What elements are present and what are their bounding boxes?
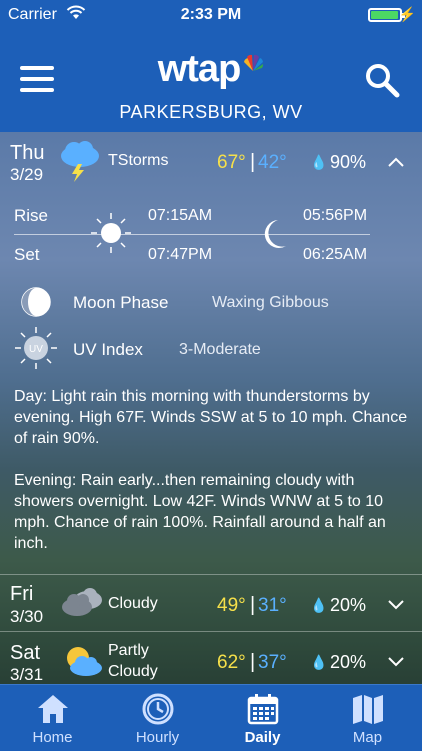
cloudy-icon — [62, 588, 102, 616]
tab-label: Hourly — [135, 729, 180, 746]
peacock-icon — [244, 54, 264, 71]
tab-label: Daily — [244, 729, 281, 746]
precip-percent: 20% — [330, 652, 367, 672]
battery-fill — [371, 11, 398, 19]
precip-percent: 20% — [330, 595, 367, 615]
search-icon[interactable] — [364, 62, 400, 98]
uv-index-label: UV Index — [73, 340, 143, 359]
precip-percent: 90% — [330, 152, 367, 172]
tab-hourly[interactable]: Hourly — [105, 685, 210, 751]
day-date: 3/30 — [10, 607, 44, 626]
chevron-up-icon[interactable] — [388, 154, 404, 170]
day-name: Thu — [10, 142, 45, 164]
condition-label: Cloudy — [108, 595, 158, 612]
day-row-expanded[interactable]: Thu 3/29 TStorms 67° | 42° 💧 90% — [0, 132, 422, 184]
tab-bar: Home Hourly Daily Map — [0, 684, 422, 751]
clock-icon — [142, 693, 174, 725]
temp-separator: | — [250, 651, 256, 673]
day-row[interactable]: Sat 3/31 Partly Cloudy 62° | 37° 💧 20% — [0, 632, 422, 684]
day-name: Sat — [10, 642, 41, 664]
condition-label: TStorms — [108, 152, 169, 169]
sunrise-time: 07:15AM — [148, 207, 213, 224]
app-header: wtap PARKERSBURG, WV — [0, 30, 422, 132]
day-date: 3/31 — [10, 665, 44, 684]
tab-label: Home — [32, 729, 73, 746]
moon-phase-icon — [21, 287, 51, 317]
tab-map[interactable]: Map — [315, 685, 420, 751]
chevron-down-icon[interactable] — [388, 654, 404, 670]
sunset-time: 07:47PM — [148, 246, 213, 263]
day-date: 3/29 — [10, 165, 44, 184]
location-label[interactable]: PARKERSBURG, WV — [0, 102, 422, 123]
station-logo: wtap — [0, 48, 422, 91]
day-name: Fri — [10, 583, 34, 605]
moonrise-time: 06:25AM — [303, 246, 368, 263]
condition-label-line1: Partly — [108, 642, 149, 659]
uv-index-value: 3-Moderate — [179, 341, 261, 358]
home-icon — [38, 695, 68, 723]
temp-separator: | — [250, 151, 256, 173]
rise-label: Rise — [14, 206, 49, 225]
low-temp: 37° — [258, 652, 287, 673]
battery-icon — [368, 8, 405, 22]
low-temp: 42° — [258, 152, 287, 173]
map-icon — [353, 695, 383, 724]
uv-index-icon: UV — [15, 327, 57, 369]
calendar-icon — [247, 694, 279, 725]
temp-separator: | — [250, 594, 256, 616]
moon-icon — [264, 220, 286, 248]
tab-daily[interactable]: Daily — [210, 685, 315, 751]
thunderstorm-icon — [61, 141, 99, 182]
moon-phase-label: Moon Phase — [73, 293, 169, 312]
condition-label-line2: Cloudy — [108, 663, 158, 680]
partly-cloudy-icon — [67, 647, 102, 676]
evening-label: Evening — [14, 472, 72, 489]
day-forecast-text: Day: Light rain this morning with thunde… — [14, 388, 408, 447]
tab-home[interactable]: Home — [0, 685, 105, 751]
tab-label: Map — [352, 729, 383, 746]
day-row[interactable]: Fri 3/30 Cloudy 49° | 31° 💧 20% — [0, 575, 422, 630]
set-label: Set — [14, 245, 40, 264]
sun-icon — [91, 213, 131, 253]
high-temp: 49° — [217, 595, 246, 616]
day-label: Day — [14, 388, 43, 405]
status-bar: Carrier 2:33 PM ⚡ — [0, 0, 422, 30]
low-temp: 31° — [258, 595, 287, 616]
status-time: 2:33 PM — [180, 6, 242, 23]
high-temp: 67° — [217, 152, 246, 173]
svg-text:UV: UV — [29, 344, 43, 355]
moonset-time: 05:56PM — [303, 207, 368, 224]
charging-bolt-icon: ⚡ — [398, 6, 416, 22]
evening-forecast-text: Evening: Rain early...then remaining clo… — [14, 472, 386, 552]
chevron-down-icon[interactable] — [388, 597, 404, 613]
raindrop-icon: 💧 — [310, 154, 328, 170]
high-temp: 62° — [217, 652, 246, 673]
sun-moon-divider — [14, 234, 370, 235]
raindrop-icon: 💧 — [310, 597, 328, 613]
raindrop-icon: 💧 — [310, 654, 328, 670]
moon-phase-value: Waxing Gibbous — [212, 294, 329, 311]
